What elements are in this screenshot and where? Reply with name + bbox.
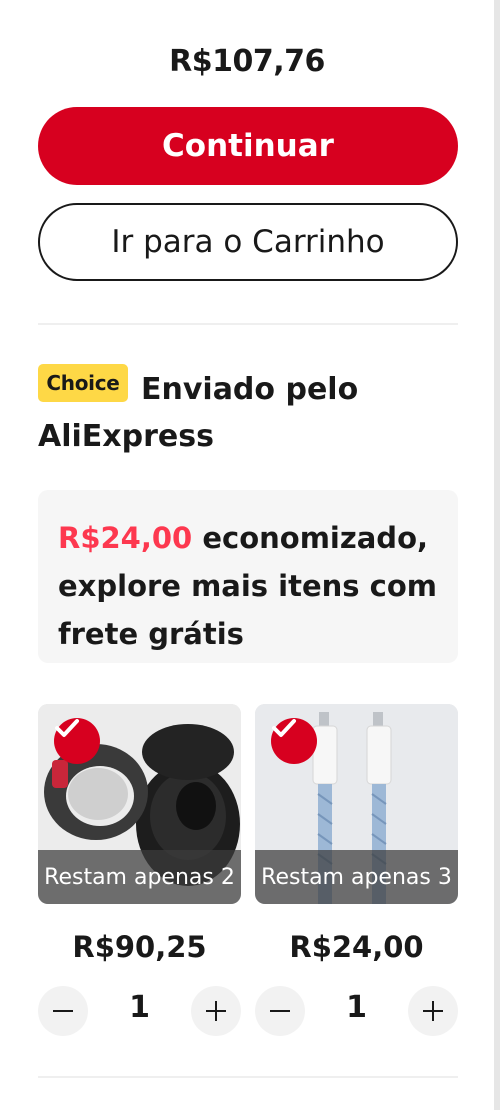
quantity-stepper: 1 [38,986,241,1036]
continue-button[interactable]: Continuar [38,107,458,185]
promo-amount: R$24,00 [58,521,193,555]
total-price: R$107,76 [169,44,325,79]
section-divider [38,1076,458,1078]
minus-icon [270,1010,290,1012]
plus-icon [423,1001,443,1021]
selected-check-icon[interactable] [271,718,317,764]
quantity-value: 1 [129,990,150,1025]
quantity-value: 1 [346,990,367,1025]
free-shipping-promo[interactable]: R$24,00 economizado, explore mais itens … [38,490,458,663]
increase-quantity-button[interactable] [191,986,241,1036]
promo-line-1: R$24,00 economizado, [58,514,438,562]
shipping-title-2: AliExpress [38,419,214,454]
cart-summary-panel: R$107,76 Continuar Ir para o Carrinho Ch… [0,0,494,1110]
product-card[interactable]: Restam apenas 3 R$24,00 1 [255,704,458,1036]
section-divider [38,323,458,325]
promo-line-2: explore mais itens com [58,569,437,603]
choice-badge: Choice [38,364,128,402]
promo-line-3: frete grátis [58,617,244,651]
product-price: R$90,25 [72,930,207,964]
decrease-quantity-button[interactable] [255,986,305,1036]
stock-label: Restam apenas 2 [38,850,241,904]
selected-check-icon[interactable] [54,718,100,764]
quantity-stepper: 1 [255,986,458,1036]
product-card[interactable]: Restam apenas 2 R$90,25 1 [38,704,241,1036]
product-thumbnail[interactable]: Restam apenas 2 [38,704,241,904]
scrollbar-track[interactable] [494,0,500,1110]
decrease-quantity-button[interactable] [38,986,88,1036]
minus-icon [53,1010,73,1012]
stock-label: Restam apenas 3 [255,850,458,904]
product-price: R$24,00 [289,930,424,964]
shipping-title: Enviado pelo [141,372,359,407]
promo-text: economizado, [192,521,429,555]
product-thumbnail[interactable]: Restam apenas 3 [255,704,458,904]
go-to-cart-button[interactable]: Ir para o Carrinho [38,203,458,281]
plus-icon [206,1001,226,1021]
increase-quantity-button[interactable] [408,986,458,1036]
